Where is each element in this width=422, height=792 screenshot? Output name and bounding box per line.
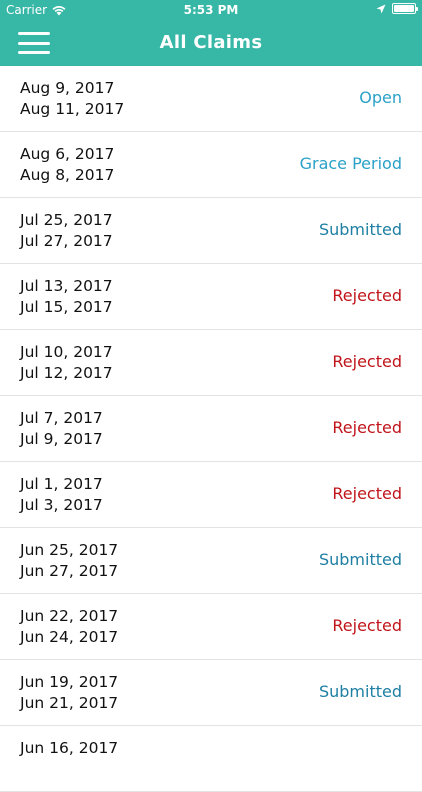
claim-start-date: Jul 1, 2017 xyxy=(20,475,103,493)
claim-start-date: Jul 10, 2017 xyxy=(20,343,113,361)
claim-status: Rejected xyxy=(332,286,402,305)
claim-row[interactable]: Aug 6, 2017 Aug 8, 2017 Grace Period xyxy=(0,132,422,198)
claim-end-date: Jul 27, 2017 xyxy=(20,232,113,250)
claim-start-date: Jul 25, 2017 xyxy=(20,211,113,229)
claim-start-date: Jul 13, 2017 xyxy=(20,277,113,295)
claim-status: Submitted xyxy=(318,220,402,239)
claim-start-date: Jun 16, 2017 xyxy=(20,739,119,757)
claim-dates: Jun 25, 2017 Jun 27, 2017 xyxy=(20,540,118,582)
battery-icon xyxy=(392,3,418,14)
claim-end-date: Jun 27, 2017 xyxy=(20,562,119,580)
claim-dates: Jul 13, 2017 Jul 15, 2017 xyxy=(20,276,113,318)
claim-end-date: Aug 11, 2017 xyxy=(20,100,125,118)
claim-start-date: Aug 9, 2017 xyxy=(20,79,115,97)
status-right xyxy=(376,3,418,14)
location-arrow-icon xyxy=(376,4,386,13)
claim-dates: Aug 9, 2017 Aug 11, 2017 xyxy=(20,78,124,120)
page-title: All Claims xyxy=(159,32,263,53)
claim-status: Grace Period xyxy=(299,154,402,173)
claim-start-date: Jun 19, 2017 xyxy=(20,673,119,691)
claim-status: Rejected xyxy=(332,484,402,503)
claim-dates: Jul 25, 2017 Jul 27, 2017 xyxy=(20,210,113,252)
claim-start-date: Jun 25, 2017 xyxy=(20,541,119,559)
claim-start-date: Aug 6, 2017 xyxy=(20,145,115,163)
claim-row[interactable]: Jul 13, 2017 Jul 15, 2017 Rejected xyxy=(0,264,422,330)
claim-status: Open xyxy=(359,88,402,107)
claim-dates: Jul 7, 2017 Jul 9, 2017 xyxy=(20,408,103,450)
claim-end-date: Jun 24, 2017 xyxy=(20,628,119,646)
claim-dates: Jul 10, 2017 Jul 12, 2017 xyxy=(20,342,113,384)
claim-end-date: Aug 8, 2017 xyxy=(20,166,115,184)
claim-row[interactable]: Jun 25, 2017 Jun 27, 2017 Submitted xyxy=(0,528,422,594)
claim-row[interactable]: Jun 22, 2017 Jun 24, 2017 Rejected xyxy=(0,594,422,660)
claim-end-date: Jun 21, 2017 xyxy=(20,694,119,712)
claims-list: Aug 9, 2017 Aug 11, 2017 Open Aug 6, 201… xyxy=(0,66,422,792)
claim-end-date: Jul 15, 2017 xyxy=(20,298,113,316)
claim-status: Submitted xyxy=(318,550,402,569)
claim-row[interactable]: Aug 9, 2017 Aug 11, 2017 Open xyxy=(0,66,422,132)
claim-row[interactable]: Jun 16, 2017 xyxy=(0,726,422,792)
status-time: 5:53 PM xyxy=(183,3,239,17)
claim-row[interactable]: Jul 10, 2017 Jul 12, 2017 Rejected xyxy=(0,330,422,396)
claim-dates: Jun 19, 2017 Jun 21, 2017 xyxy=(20,672,118,714)
claim-start-date: Jun 22, 2017 xyxy=(20,607,119,625)
claim-row[interactable]: Jul 25, 2017 Jul 27, 2017 Submitted xyxy=(0,198,422,264)
claim-dates: Jul 1, 2017 Jul 3, 2017 xyxy=(20,474,103,516)
claim-end-date: Jul 3, 2017 xyxy=(20,496,103,514)
status-bar: Carrier 5:53 PM xyxy=(0,0,422,20)
claim-dates: Jun 16, 2017 xyxy=(20,738,118,759)
claim-status: Rejected xyxy=(332,418,402,437)
claim-status: Rejected xyxy=(332,352,402,371)
claim-dates: Jun 22, 2017 Jun 24, 2017 xyxy=(20,606,118,648)
nav-bar: All Claims xyxy=(0,20,422,66)
claim-end-date: Jul 9, 2017 xyxy=(20,430,103,448)
claim-row[interactable]: Jul 1, 2017 Jul 3, 2017 Rejected xyxy=(0,462,422,528)
claim-row[interactable]: Jun 19, 2017 Jun 21, 2017 Submitted xyxy=(0,660,422,726)
claim-dates: Aug 6, 2017 Aug 8, 2017 xyxy=(20,144,114,186)
claim-status: Rejected xyxy=(332,616,402,635)
claim-start-date: Jul 7, 2017 xyxy=(20,409,103,427)
claim-status: Submitted xyxy=(318,682,402,701)
claim-row[interactable]: Jul 7, 2017 Jul 9, 2017 Rejected xyxy=(0,396,422,462)
claim-end-date: Jul 12, 2017 xyxy=(20,364,113,382)
